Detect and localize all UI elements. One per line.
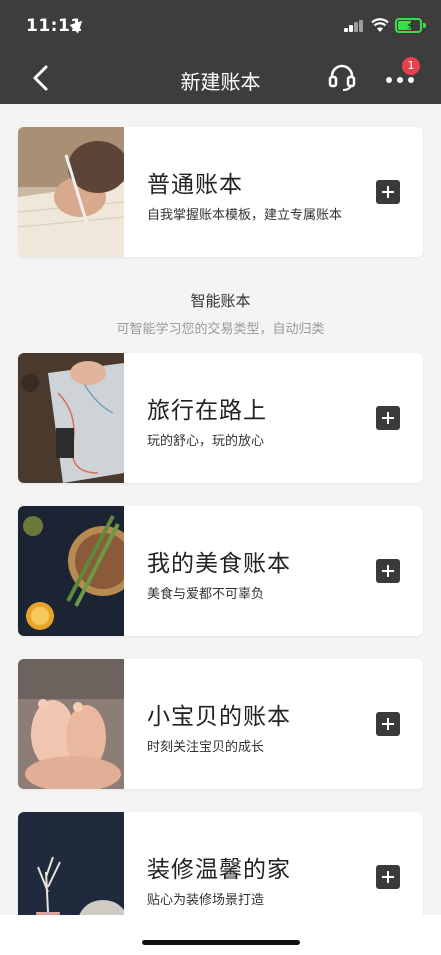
template-card-food[interactable]: 我的美食账本 美食与爱都不可辜负 <box>18 506 423 636</box>
section-subtitle: 可智能学习您的交易类型，自动归类 <box>116 322 325 337</box>
card-subtitle: 时刻关注宝贝的成长 <box>147 740 265 755</box>
add-button[interactable] <box>376 559 400 583</box>
card-title: 我的美食账本 <box>147 551 291 577</box>
template-card-baby[interactable]: 小宝贝的账本 时刻关注宝贝的成长 <box>18 659 423 789</box>
food-image <box>18 506 124 636</box>
card-subtitle: 美食与爱都不可辜负 <box>147 587 265 602</box>
section-title: 智能账本 <box>190 292 251 310</box>
add-button[interactable] <box>376 712 400 736</box>
wifi-icon <box>371 18 389 32</box>
card-subtitle: 贴心为装修场景打造 <box>147 893 265 908</box>
add-button[interactable] <box>376 865 400 889</box>
battery-tip <box>423 23 426 28</box>
basic-book-card[interactable]: 普通账本 自我掌握账本模板，建立专属账本 <box>18 127 423 257</box>
signal-icon <box>344 20 364 32</box>
nav-bar: 新建账本 <box>0 52 441 104</box>
card-title: 小宝贝的账本 <box>147 704 291 730</box>
card-title: 普通账本 <box>147 172 243 198</box>
card-subtitle: 玩的舒心，玩的放心 <box>147 434 265 449</box>
card-title: 旅行在路上 <box>147 398 267 424</box>
home-indicator-area <box>0 915 441 955</box>
add-button[interactable] <box>376 406 400 430</box>
status-bar: 11:11 ⚡ <box>0 0 441 52</box>
battery-charging-icon: ⚡ <box>395 18 422 33</box>
headset-icon[interactable] <box>327 62 357 92</box>
add-button[interactable] <box>376 180 400 204</box>
card-subtitle: 自我掌握账本模板，建立专属账本 <box>147 208 343 223</box>
travel-map-image <box>18 353 124 483</box>
page-title: 新建账本 <box>180 70 261 94</box>
baby-feet-image <box>18 659 124 789</box>
template-card-travel[interactable]: 旅行在路上 玩的舒心，玩的放心 <box>18 353 423 483</box>
home-indicator[interactable] <box>142 940 300 945</box>
notification-badge: 1 <box>402 57 420 75</box>
writing-notebook-image <box>18 127 124 257</box>
card-title: 装修温馨的家 <box>147 857 291 883</box>
